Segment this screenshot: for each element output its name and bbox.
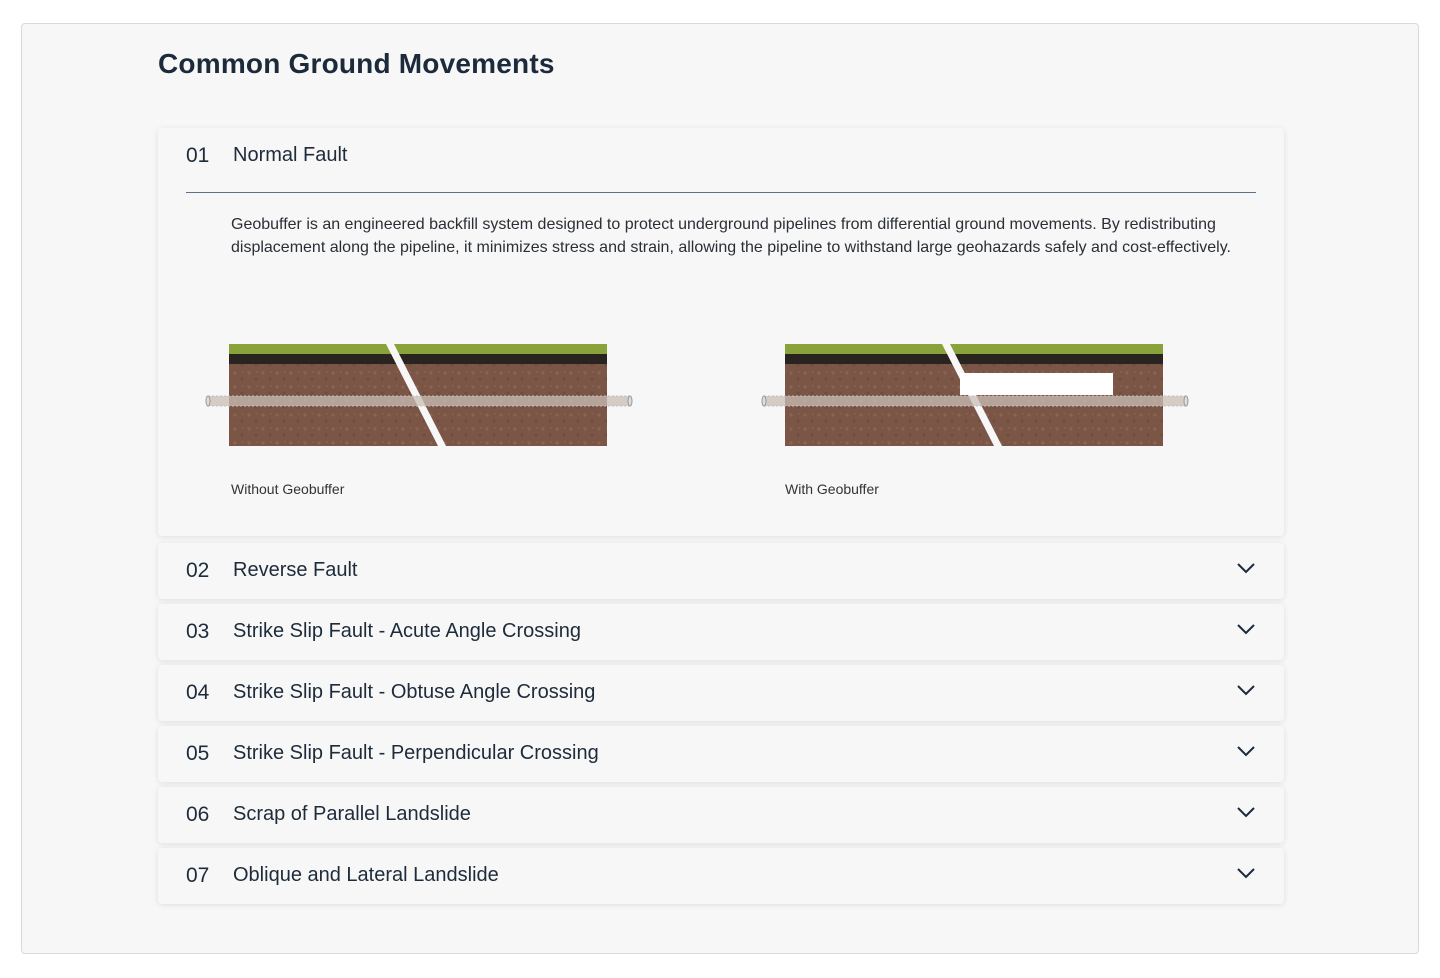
header-divider [186, 192, 1256, 193]
item-number: 03 [186, 620, 210, 643]
accordion-item-parallel-landslide[interactable]: 06 Scrap of Parallel Landslide [158, 787, 1284, 843]
item-description: Geobuffer is an engineered backfill syst… [231, 216, 1231, 256]
chevron-down-icon[interactable] [1236, 867, 1256, 879]
item-number: 04 [186, 681, 210, 704]
item-number: 06 [186, 803, 210, 826]
item-title: Strike Slip Fault - Perpendicular Crossi… [233, 742, 599, 764]
diagram-caption-with: With Geobuffer [785, 481, 879, 497]
fault-diagram-with-geobuffer [761, 344, 1189, 446]
diagram-caption-without: Without Geobuffer [231, 481, 345, 497]
chevron-down-icon[interactable] [1236, 684, 1256, 696]
item-title: Scrap of Parallel Landslide [233, 803, 471, 825]
item-title: Normal Fault [233, 144, 348, 166]
item-number: 07 [186, 864, 210, 887]
accordion-item-strike-slip-perpendicular[interactable]: 05 Strike Slip Fault - Perpendicular Cro… [158, 726, 1284, 782]
item-number: 01 [186, 144, 210, 167]
accordion-item-strike-slip-acute[interactable]: 03 Strike Slip Fault - Acute Angle Cross… [158, 604, 1284, 660]
accordion-item-strike-slip-obtuse[interactable]: 04 Strike Slip Fault - Obtuse Angle Cros… [158, 665, 1284, 721]
accordion-item-reverse-fault[interactable]: 02 Reverse Fault [158, 543, 1284, 599]
item-number: 05 [186, 742, 210, 765]
item-number: 02 [186, 559, 210, 582]
accordion-header[interactable]: 01 Normal Fault [158, 128, 1284, 184]
item-title: Strike Slip Fault - Acute Angle Crossing [233, 620, 581, 642]
accordion-item-oblique-landslide[interactable]: 07 Oblique and Lateral Landslide [158, 848, 1284, 904]
chevron-down-icon[interactable] [1236, 806, 1256, 818]
accordion-item-normal-fault: 01 Normal Fault Geobuffer is an engineer… [158, 128, 1284, 536]
item-title: Strike Slip Fault - Obtuse Angle Crossin… [233, 681, 596, 703]
fault-diagram-without-geobuffer [205, 344, 633, 446]
page-title: Common Ground Movements [158, 48, 555, 79]
chevron-down-icon[interactable] [1236, 623, 1256, 635]
item-title: Reverse Fault [233, 559, 358, 581]
item-title: Oblique and Lateral Landslide [233, 864, 499, 886]
chevron-down-icon[interactable] [1236, 745, 1256, 757]
chevron-down-icon[interactable] [1236, 562, 1256, 574]
